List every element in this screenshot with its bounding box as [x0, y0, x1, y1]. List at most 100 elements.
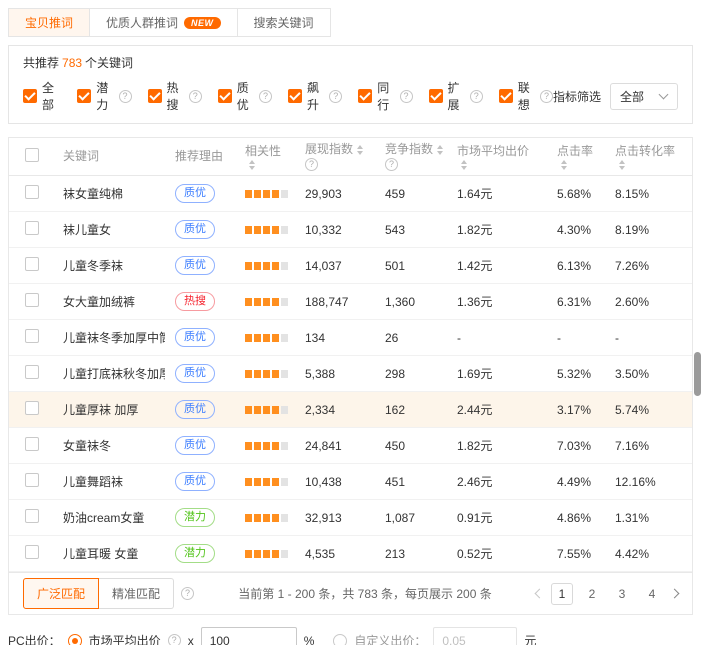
bid-percent-input[interactable]	[201, 627, 297, 645]
column-header[interactable]: 展现指数?	[295, 142, 375, 171]
row-checkbox[interactable]	[25, 329, 39, 343]
metric-filter-select[interactable]: 全部	[610, 83, 678, 110]
filter-label: 全部	[42, 79, 61, 113]
avg-bid-cell: 1.82元	[447, 221, 547, 238]
custom-bid-radio[interactable]	[333, 634, 347, 645]
sort-icon[interactable]	[437, 145, 443, 155]
filter-option[interactable]: 热搜?	[148, 79, 202, 113]
filter-option[interactable]: 联想?	[499, 79, 553, 113]
info-icon[interactable]: ?	[329, 90, 342, 103]
sort-icon[interactable]	[357, 145, 363, 155]
column-header[interactable]: 市场平均出价	[447, 144, 547, 170]
keyword-cell[interactable]: 儿童厚袜 加厚	[53, 401, 165, 418]
checked-checkbox-icon[interactable]	[288, 89, 302, 103]
filter-option[interactable]: 飙升?	[288, 79, 342, 113]
filter-option[interactable]: 同行?	[358, 79, 412, 113]
tab-search-keywords[interactable]: 搜索关键词	[238, 9, 330, 36]
row-checkbox[interactable]	[25, 545, 39, 559]
checked-checkbox-icon[interactable]	[23, 89, 37, 103]
column-header[interactable]: 点击率	[547, 144, 605, 170]
filter-checkbox-row: 全部潜力?热搜?质优?飙升?同行?扩展?联想?	[23, 79, 553, 113]
relevance-bar	[281, 226, 288, 234]
market-bid-radio[interactable]	[68, 634, 82, 645]
keyword-cell[interactable]: 奶油cream女童	[53, 509, 165, 526]
column-header[interactable]: 点击转化率	[605, 144, 692, 170]
relevance-bar	[272, 226, 279, 234]
info-icon[interactable]: ?	[470, 90, 483, 103]
relevance-bar	[272, 190, 279, 198]
keyword-cell[interactable]: 女童袜冬	[53, 437, 165, 454]
info-icon[interactable]: ?	[385, 158, 398, 171]
keyword-cell[interactable]: 女大童加绒裤	[53, 293, 165, 310]
checked-checkbox-icon[interactable]	[218, 89, 232, 103]
page-number[interactable]: 1	[551, 583, 573, 605]
filter-option[interactable]: 质优?	[218, 79, 272, 113]
row-checkbox[interactable]	[25, 473, 39, 487]
sort-icon[interactable]	[561, 160, 567, 170]
checked-checkbox-icon[interactable]	[148, 89, 162, 103]
checked-checkbox-icon[interactable]	[358, 89, 372, 103]
info-icon[interactable]: ?	[540, 90, 553, 103]
keyword-cell[interactable]: 儿童耳暖 女童	[53, 545, 165, 562]
impressions-cell: 2,334	[295, 403, 375, 417]
column-header[interactable]: 相关性	[235, 144, 295, 170]
keyword-cell[interactable]: 袜儿童女	[53, 221, 165, 238]
filter-option[interactable]: 潜力?	[77, 79, 131, 113]
match-info-icon[interactable]: ?	[181, 587, 194, 600]
info-icon[interactable]: ?	[259, 90, 272, 103]
info-icon[interactable]: ?	[305, 158, 318, 171]
relevance-bar	[272, 370, 279, 378]
exact-match-button[interactable]: 精准匹配	[99, 578, 174, 609]
broad-match-button[interactable]: 广泛匹配	[23, 578, 99, 609]
checked-checkbox-icon[interactable]	[499, 89, 513, 103]
relevance-bars	[235, 223, 295, 237]
row-checkbox[interactable]	[25, 185, 39, 199]
filter-label: 热搜	[167, 79, 184, 113]
sort-icon[interactable]	[249, 160, 255, 170]
relevance-bar	[245, 406, 252, 414]
reason-cell: 质优	[165, 436, 235, 455]
row-checkbox[interactable]	[25, 365, 39, 379]
ctr-cell: 5.68%	[547, 187, 605, 201]
checked-checkbox-icon[interactable]	[77, 89, 91, 103]
competition-cell: 213	[375, 547, 447, 561]
page-number[interactable]: 4	[641, 583, 663, 605]
tab-product-keywords[interactable]: 宝贝推词	[9, 9, 90, 36]
relevance-bar	[263, 478, 270, 486]
keyword-cell[interactable]: 儿童冬季袜	[53, 257, 165, 274]
relevance-bar	[263, 190, 270, 198]
filter-option[interactable]: 扩展?	[429, 79, 483, 113]
page-number[interactable]: 2	[581, 583, 603, 605]
sort-icon[interactable]	[461, 160, 467, 170]
row-checkbox[interactable]	[25, 293, 39, 307]
row-checkbox[interactable]	[25, 401, 39, 415]
custom-bid-input[interactable]	[433, 627, 517, 645]
select-all-checkbox[interactable]	[25, 148, 39, 162]
filter-option[interactable]: 全部	[23, 79, 61, 113]
reason-cell: 质优	[165, 364, 235, 383]
keyword-cell[interactable]: 袜女童纯棉	[53, 185, 165, 202]
relevance-bar	[245, 226, 252, 234]
keyword-cell[interactable]: 儿童舞蹈袜	[53, 473, 165, 490]
sort-icon[interactable]	[619, 160, 625, 170]
info-icon[interactable]: ?	[400, 90, 413, 103]
vertical-scrollbar-thumb[interactable]	[694, 352, 701, 396]
reason-tag: 质优	[175, 472, 215, 491]
keyword-cell[interactable]: 儿童袜冬季加厚中筒	[53, 329, 165, 346]
next-page-icon[interactable]	[670, 589, 680, 599]
column-header[interactable]: 竞争指数?	[375, 142, 447, 171]
column-label: 点击率	[557, 144, 593, 159]
bid-info-icon[interactable]: ?	[168, 634, 181, 645]
checked-checkbox-icon[interactable]	[429, 89, 443, 103]
relevance-bar	[272, 442, 279, 450]
row-checkbox[interactable]	[25, 257, 39, 271]
row-checkbox[interactable]	[25, 437, 39, 451]
keyword-cell[interactable]: 儿童打底袜秋冬加厚	[53, 365, 165, 382]
row-checkbox[interactable]	[25, 221, 39, 235]
prev-page-icon[interactable]	[535, 589, 545, 599]
page-number[interactable]: 3	[611, 583, 633, 605]
tab-audience-keywords[interactable]: 优质人群推词 NEW	[90, 9, 238, 36]
row-checkbox[interactable]	[25, 509, 39, 523]
info-icon[interactable]: ?	[119, 90, 132, 103]
info-icon[interactable]: ?	[189, 90, 202, 103]
